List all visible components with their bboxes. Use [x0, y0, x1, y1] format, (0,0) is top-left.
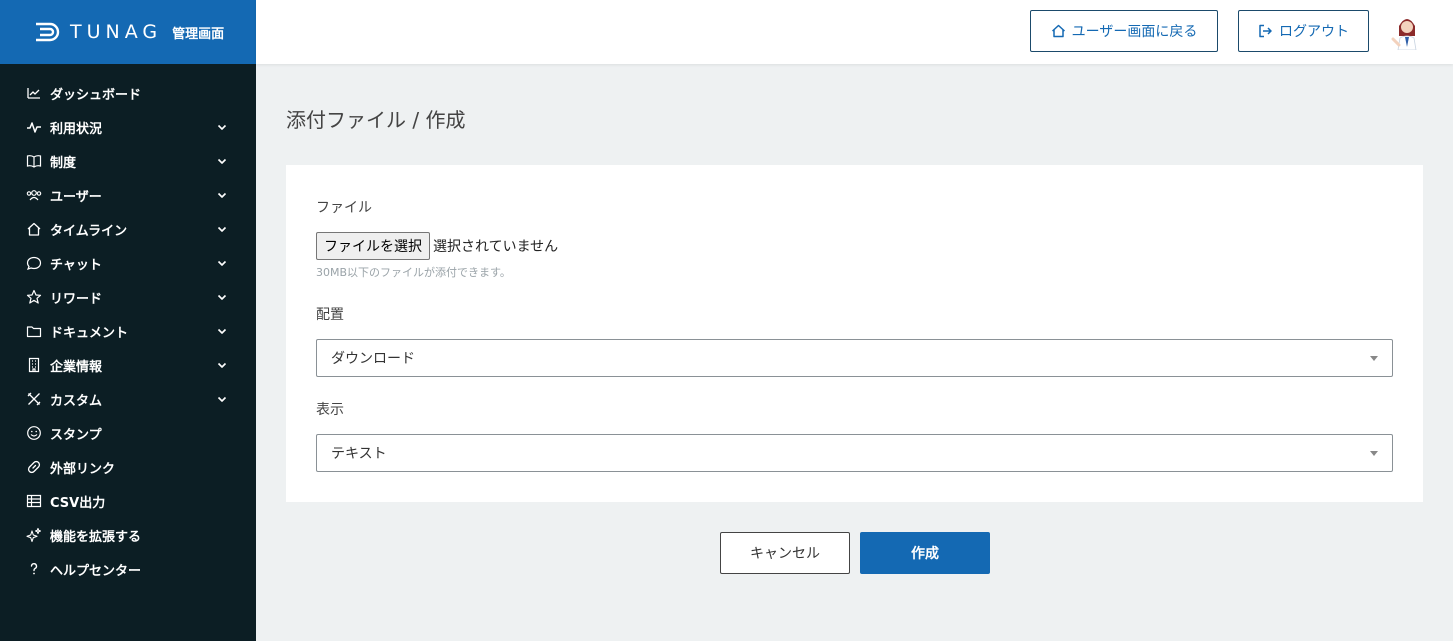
sidebar-item[interactable]: リワード: [0, 280, 256, 314]
table-icon: [25, 493, 42, 510]
sidebar-item-label: 機能を拡張する: [50, 529, 142, 545]
chevron-down-icon[interactable]: [216, 189, 228, 201]
users-icon: [25, 187, 42, 204]
sidebar: TUNAG 管理画面 ダッシュボード 利用状況制度ユーザータイムライン チャットリワ…: [0, 0, 256, 641]
sidebar-item-label: ユーザー: [50, 189, 102, 205]
sidebar-item-label: カスタム: [50, 393, 103, 409]
chevron-down-icon[interactable]: [216, 223, 228, 235]
chevron-down-icon[interactable]: [216, 257, 228, 269]
sidebar-item-label: ドキュメント: [50, 325, 129, 341]
avatar[interactable]: [1389, 14, 1425, 51]
chat-icon: [25, 255, 42, 272]
sidebar-item-label: 利用状況: [50, 121, 103, 137]
display-select[interactable]: テキスト: [316, 434, 1393, 472]
sidebar-item-label: スタンプ: [50, 427, 102, 443]
sidebar-item[interactable]: 制度: [0, 144, 256, 178]
chart-line-icon: [25, 85, 42, 102]
placement-select[interactable]: ダウンロード: [316, 339, 1393, 377]
placement-value: ダウンロード: [331, 351, 415, 367]
sidebar-item[interactable]: ユーザー: [0, 178, 256, 212]
sidebar-item[interactable]: 機能を拡張する: [0, 518, 256, 552]
star-icon: [25, 289, 42, 306]
sidebar-item-label: リワード: [50, 291, 103, 307]
building-icon: [25, 357, 42, 374]
help-icon: [25, 561, 42, 578]
sidebar-item-label: タイムライン: [50, 223, 128, 239]
sidebar-item-label: 制度: [50, 155, 77, 171]
brand-logo: TUNAG: [70, 21, 163, 43]
file-size-hint: 30MB以下のファイルが添付できます。: [316, 266, 511, 279]
sidebar-item-label: 外部リンク: [50, 461, 116, 477]
file-status: 選択されていません: [433, 239, 559, 255]
sidebar-item[interactable]: チャット: [0, 246, 256, 280]
sidebar-item[interactable]: 利用状況: [0, 110, 256, 144]
sidebar-item-label: チャット: [50, 257, 102, 273]
sidebar-item-label: CSV出力: [50, 495, 106, 511]
display-value: テキスト: [331, 446, 387, 462]
home-icon: [25, 221, 42, 238]
placement-label: 配置: [316, 307, 344, 323]
form-card: ファイル ファイルを選択 選択されていません 30MB以下のファイルが添付できま…: [286, 165, 1423, 502]
create-button[interactable]: 作成: [860, 532, 990, 574]
sidebar-nav: ダッシュボード 利用状況制度ユーザータイムライン チャットリワードドキュメント 企業情…: [0, 64, 256, 586]
logout-icon: [1259, 24, 1272, 38]
sidebar-item[interactable]: 外部リンク: [0, 450, 256, 484]
sidebar-item-label: 企業情報: [50, 359, 103, 375]
brand-header[interactable]: TUNAG 管理画面: [0, 0, 256, 64]
page-title: 添付ファイル / 作成: [286, 108, 466, 132]
file-label: ファイル: [316, 200, 372, 216]
choose-file-button[interactable]: ファイルを選択: [316, 232, 430, 260]
caret-down-icon: [1370, 356, 1378, 361]
home-icon: [1051, 24, 1065, 38]
sparkle-icon: [25, 527, 42, 544]
sidebar-item[interactable]: タイムライン: [0, 212, 256, 246]
sidebar-item[interactable]: ダッシュボード: [0, 76, 256, 110]
caret-down-icon: [1370, 451, 1378, 456]
sidebar-item-label: ダッシュボード: [50, 87, 142, 103]
logout-label: ログアウト: [1279, 24, 1349, 40]
display-label: 表示: [316, 402, 344, 418]
tools-icon: [25, 391, 42, 408]
chevron-down-icon[interactable]: [216, 325, 228, 337]
top-header: ユーザー画面に戻る ログアウト: [256, 0, 1453, 64]
chevron-down-icon[interactable]: [216, 359, 228, 371]
chevron-down-icon[interactable]: [216, 155, 228, 167]
pulse-icon: [25, 119, 42, 136]
sidebar-item[interactable]: 企業情報: [0, 348, 256, 382]
sidebar-item-label: ヘルプセンター: [50, 563, 142, 579]
sidebar-item[interactable]: スタンプ: [0, 416, 256, 450]
back-to-user-screen-label: ユーザー画面に戻る: [1071, 24, 1198, 40]
chevron-down-icon[interactable]: [216, 393, 228, 405]
chevron-down-icon[interactable]: [216, 291, 228, 303]
link-icon: [25, 459, 42, 476]
sidebar-item[interactable]: ドキュメント: [0, 314, 256, 348]
brand-subtitle: 管理画面: [172, 26, 225, 42]
folder-icon: [25, 323, 42, 340]
sidebar-item[interactable]: カスタム: [0, 382, 256, 416]
logout-button[interactable]: ログアウト: [1238, 10, 1369, 52]
sidebar-item[interactable]: CSV出力: [0, 484, 256, 518]
tunag-logo-icon: [34, 21, 64, 43]
chevron-down-icon[interactable]: [216, 121, 228, 133]
back-to-user-screen-button[interactable]: ユーザー画面に戻る: [1030, 10, 1218, 52]
cancel-button[interactable]: キャンセル: [720, 532, 850, 574]
book-icon: [25, 153, 42, 170]
sidebar-item[interactable]: ヘルプセンター: [0, 552, 256, 586]
smile-icon: [25, 425, 42, 442]
